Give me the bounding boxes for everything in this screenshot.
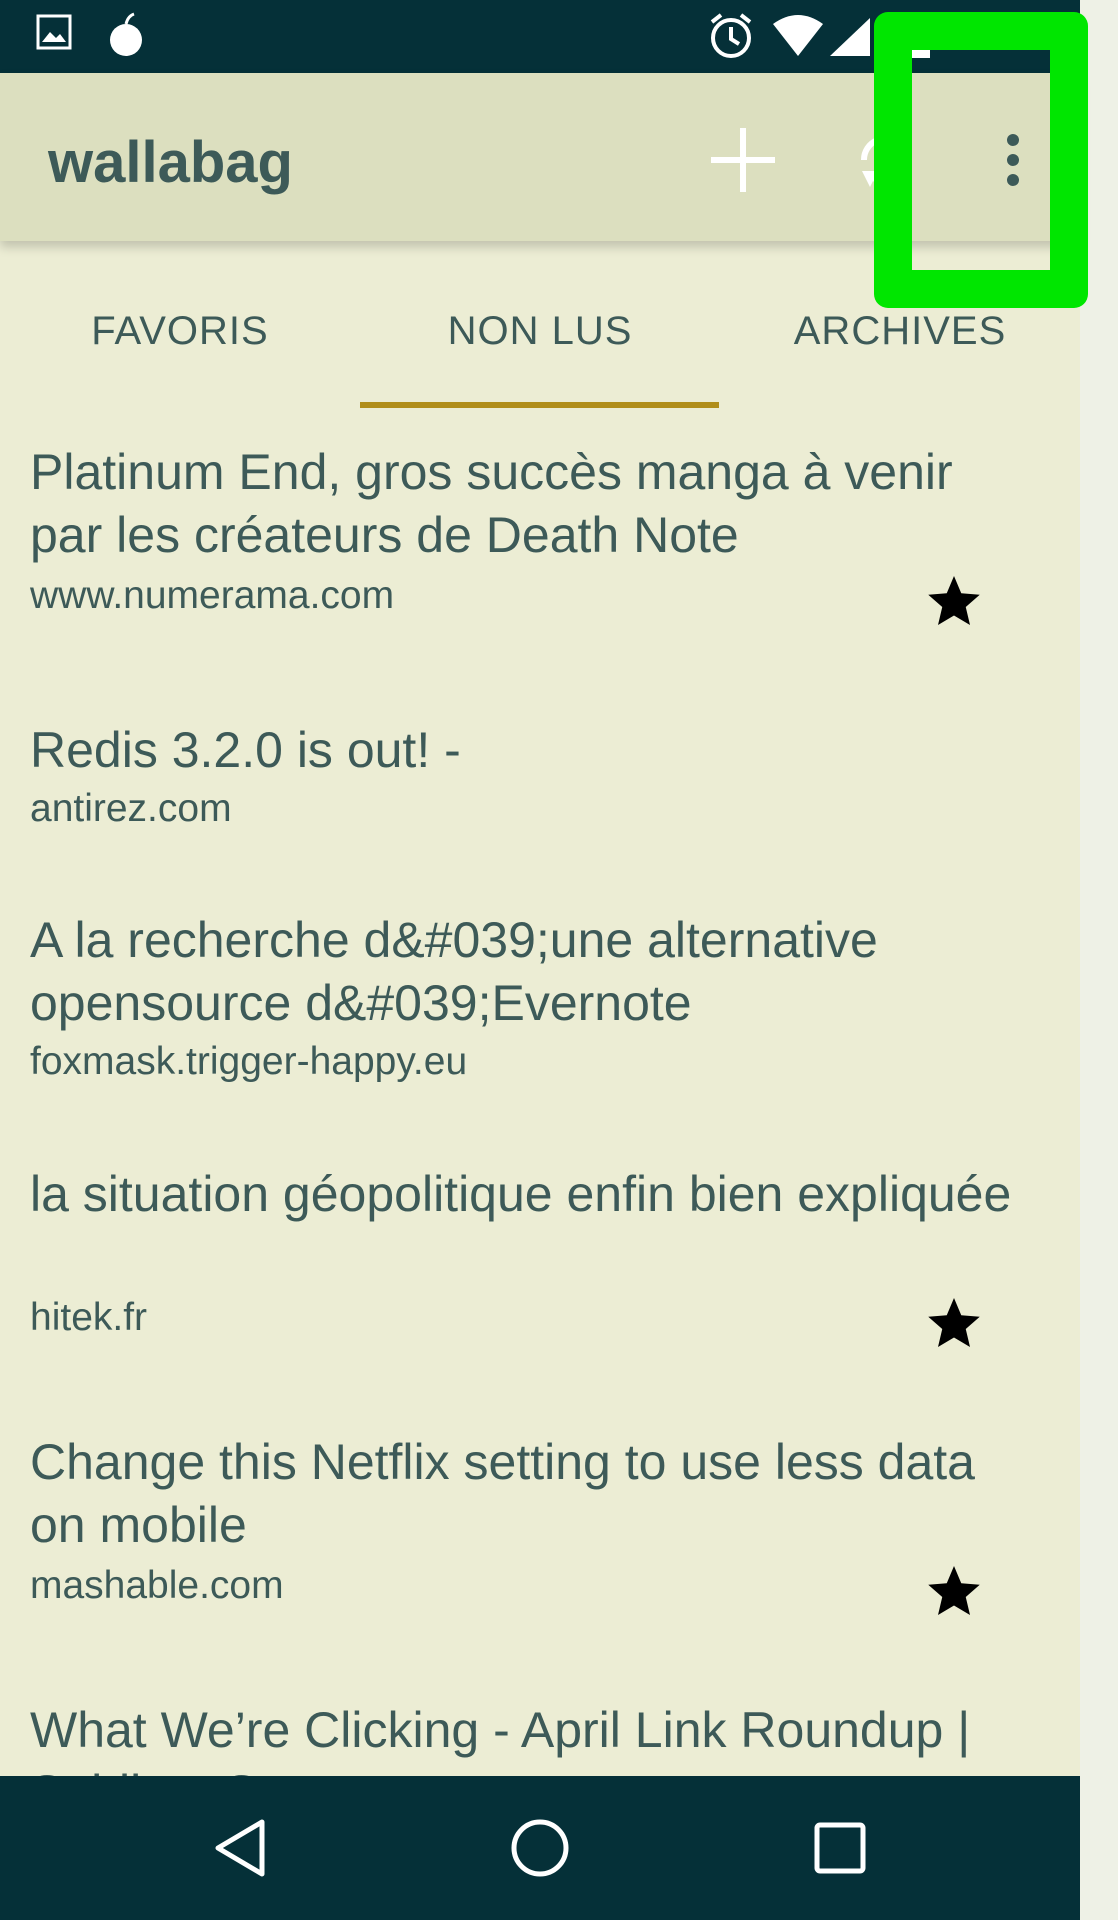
recents-icon <box>814 1822 866 1874</box>
add-button[interactable] <box>698 115 788 205</box>
home-icon <box>511 1819 569 1877</box>
article-domain: mashable.com <box>30 1564 284 1607</box>
list-item[interactable]: Platinum End, gros succès manga à venir … <box>0 441 1080 641</box>
article-domain: www.numerama.com <box>30 574 395 617</box>
article-title: Platinum End, gros succès manga à venir … <box>30 444 953 563</box>
article-title: la situation géopolitique enfin bien exp… <box>30 1166 1012 1222</box>
favorite-star-icon <box>924 1561 984 1621</box>
list-item[interactable]: What We’re Clicking - April Link Roundup… <box>0 1699 1080 1776</box>
list-item[interactable]: A la recherche d&#039;une alternative op… <box>0 909 1080 1109</box>
tab-favoris[interactable]: FAVORIS <box>60 301 300 361</box>
article-title: What We’re Clicking - April Link Roundup… <box>30 1702 971 1776</box>
article-title: Redis 3.2.0 is out! - <box>30 722 461 778</box>
article-list: Platinum End, gros succès manga à venir … <box>0 411 1080 1776</box>
wifi-icon <box>772 14 824 63</box>
list-item[interactable]: Redis 3.2.0 is out! - antirez.com <box>0 719 1080 849</box>
navigation-bar <box>0 1776 1080 1920</box>
back-icon <box>215 1819 265 1877</box>
image-icon <box>36 14 72 55</box>
article-title: Change this Netflix setting to use less … <box>30 1434 975 1553</box>
screen: 17:52 wallabag FAVORIS NON LUS ARCHIVES … <box>0 0 1118 1920</box>
android-app-icon <box>108 12 144 63</box>
tab-archives[interactable]: ARCHIVES <box>780 301 1020 361</box>
cell-signal-icon <box>828 16 872 63</box>
article-title: A la recherche d&#039;une alternative op… <box>30 912 878 1031</box>
tab-non-lus[interactable]: NON LUS <box>420 301 660 361</box>
alarm-icon <box>708 12 754 65</box>
highlight-box <box>874 12 1088 308</box>
article-domain: foxmask.trigger-happy.eu <box>30 1040 468 1083</box>
article-domain: hitek.fr <box>30 1296 148 1339</box>
back-button[interactable] <box>190 1798 290 1898</box>
article-domain: antirez.com <box>30 787 232 830</box>
list-item[interactable]: Change this Netflix setting to use less … <box>0 1431 1080 1631</box>
add-icon <box>711 128 775 192</box>
recents-button[interactable] <box>790 1798 890 1898</box>
favorite-star-icon <box>924 1293 984 1353</box>
favorite-star-icon <box>924 571 984 631</box>
home-button[interactable] <box>490 1798 590 1898</box>
app-title: wallabag <box>48 130 293 195</box>
tab-indicator <box>360 402 719 408</box>
list-item[interactable]: la situation géopolitique enfin bien exp… <box>0 1163 1080 1363</box>
